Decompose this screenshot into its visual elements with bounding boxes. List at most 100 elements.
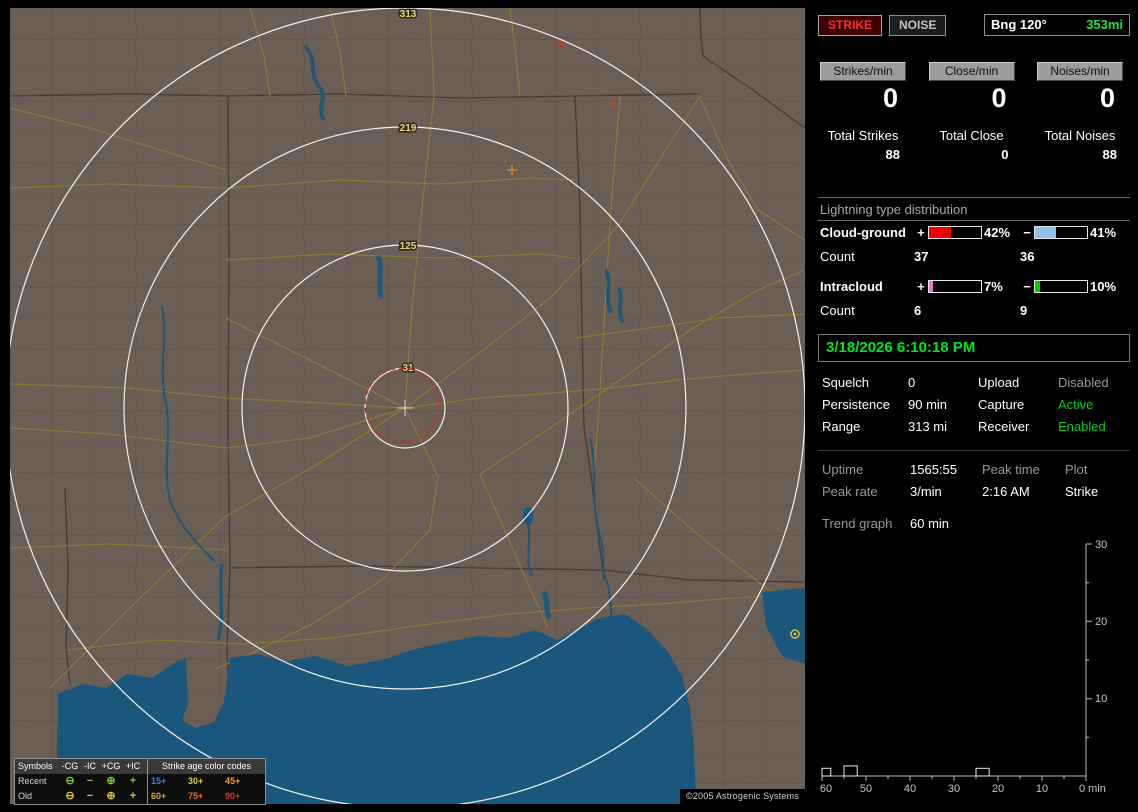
plot-value: Strike bbox=[1065, 484, 1099, 499]
status-panel: STRIKE NOISE Bng 120° 353mi Strikes/min … bbox=[815, 0, 1138, 812]
age-60: 60+ bbox=[151, 791, 167, 801]
bearing-label: Bng 120° bbox=[991, 17, 1047, 32]
age-15: 15+ bbox=[151, 776, 167, 786]
ring-label-125: 125 bbox=[400, 241, 417, 252]
settings-grid: Squelch 0 Upload Disabled Persistence 90… bbox=[822, 375, 1132, 434]
legend-age-header: Strike age color codes bbox=[161, 761, 252, 771]
ic-positive-pct: 7% bbox=[984, 279, 1003, 294]
y-tick-20: 20 bbox=[1095, 616, 1107, 628]
peak-rate-label: Peak rate bbox=[822, 484, 878, 499]
total-strikes-label: Total Strikes bbox=[827, 128, 899, 143]
legend-old-label: Old bbox=[18, 791, 33, 801]
total-close-value: 0 bbox=[1001, 147, 1009, 162]
recent-nic-icon: − bbox=[86, 775, 94, 787]
old-pic-icon: + bbox=[129, 790, 137, 802]
cg-positive-count: 37 bbox=[914, 249, 929, 264]
legend-col-pic: +IC bbox=[125, 761, 141, 771]
cg-negative-pct: 41% bbox=[1090, 225, 1117, 240]
x-tick-20: 20 bbox=[992, 783, 1004, 795]
ic-positive-bar bbox=[928, 280, 982, 293]
divider bbox=[818, 197, 1130, 198]
strikes-per-min-button[interactable]: Strikes/min bbox=[820, 62, 906, 81]
total-noises-label: Total Noises bbox=[1044, 128, 1116, 143]
noise-mode-button[interactable]: NOISE bbox=[889, 14, 947, 36]
range-value: 313 mi bbox=[908, 419, 948, 434]
strike-mode-button[interactable]: STRIKE bbox=[818, 14, 883, 36]
x-tick-60: 60 bbox=[820, 783, 832, 795]
cloud-ground-label: Cloud-ground bbox=[820, 225, 906, 240]
capture-label: Capture bbox=[978, 397, 1025, 412]
bearing-readout: Bng 120° 353mi bbox=[984, 14, 1130, 36]
total-strikes-value: 88 bbox=[885, 147, 900, 162]
x-tick-10: 10 bbox=[1036, 783, 1048, 795]
intracloud-row: Intracloud + 7% − 10% bbox=[820, 279, 1133, 294]
legend-col-nic: -IC bbox=[84, 761, 96, 771]
trend-bars bbox=[821, 765, 990, 777]
peak-time-label: Peak time bbox=[982, 462, 1040, 477]
copyright-text: ©2005 Astrogenic Systems bbox=[680, 789, 805, 804]
close-per-min-column: Close/min 0 Total Close 0 bbox=[928, 62, 1015, 162]
legend-col-pcg: +CG bbox=[101, 761, 121, 771]
ic-negative-pct: 10% bbox=[1090, 279, 1117, 294]
bearing-distance: 353mi bbox=[1086, 17, 1123, 32]
cloud-ground-row: Cloud-ground + 42% − 41% bbox=[820, 225, 1133, 240]
ring-label-313: 313 bbox=[400, 9, 417, 20]
trend-graph-row: Trend graph 60 min bbox=[822, 516, 949, 531]
map-canvas: 313 219 125 31 bbox=[10, 8, 805, 804]
ic-negative-count: 9 bbox=[1020, 303, 1028, 318]
stats-grid: Uptime 1565:55 Peak time Plot Peak rate … bbox=[822, 462, 1132, 499]
cloud-ground-count-row: Count 37 36 bbox=[820, 249, 1133, 264]
squelch-label: Squelch bbox=[822, 375, 869, 390]
rates-row: Strikes/min 0 Total Strikes 88 Close/min… bbox=[820, 62, 1123, 162]
close-per-min-value: 0 bbox=[991, 83, 1007, 113]
trend-chart: 30 20 10 60 50 40 30 20 10 0 min bbox=[820, 539, 1107, 795]
strikes-per-min-value: 0 bbox=[882, 83, 898, 113]
cg-positive-bar bbox=[928, 226, 982, 239]
peak-time-value: 2:16 AM bbox=[982, 484, 1030, 499]
x-tick-50: 50 bbox=[860, 783, 872, 795]
divider bbox=[818, 220, 1130, 221]
x-tick-30: 30 bbox=[948, 783, 960, 795]
count-label: Count bbox=[820, 303, 855, 318]
y-tick-30: 30 bbox=[1095, 539, 1107, 551]
old-pcg-icon: ⊕ bbox=[106, 790, 116, 802]
distribution-title: Lightning type distribution bbox=[820, 202, 968, 217]
recent-pic-icon: + bbox=[129, 775, 137, 787]
map-legend: Symbols -CG -IC +CG +IC Recent ⊖ − ⊕ + O… bbox=[14, 758, 266, 805]
ic-positive-count: 6 bbox=[914, 303, 922, 318]
capture-status: Active bbox=[1058, 397, 1094, 412]
trend-graph-window: 60 min bbox=[910, 516, 950, 531]
total-noises-value: 88 bbox=[1102, 147, 1117, 162]
plot-label: Plot bbox=[1065, 462, 1088, 477]
uptime-label: Uptime bbox=[822, 462, 864, 477]
legend-symbols-header: Symbols bbox=[18, 761, 53, 771]
ring-label-219: 219 bbox=[400, 123, 417, 134]
strikes-per-min-column: Strikes/min 0 Total Strikes 88 bbox=[820, 62, 906, 162]
legend-recent-label: Recent bbox=[18, 776, 47, 786]
squelch-value: 0 bbox=[908, 375, 916, 390]
intracloud-label: Intracloud bbox=[820, 279, 883, 294]
recent-pcg-icon: ⊕ bbox=[106, 775, 116, 787]
cg-negative-bar bbox=[1034, 226, 1088, 239]
divider bbox=[818, 450, 1130, 451]
lightning-map[interactable]: 313 219 125 31 Symbols -CG -IC +CG +IC R… bbox=[10, 8, 805, 805]
old-ncg-icon: ⊖ bbox=[65, 790, 75, 802]
persistence-label: Persistence bbox=[822, 397, 890, 412]
recent-ncg-icon: ⊖ bbox=[65, 775, 75, 787]
uptime-value: 1565:55 bbox=[910, 462, 957, 477]
plus-sign: + bbox=[917, 225, 925, 240]
cg-negative-count: 36 bbox=[1020, 249, 1035, 264]
minus-sign: − bbox=[1023, 279, 1031, 294]
legend-col-ncg: -CG bbox=[61, 761, 79, 771]
close-per-min-button[interactable]: Close/min bbox=[928, 62, 1015, 81]
peak-rate-value: 3/min bbox=[910, 484, 942, 499]
mode-row: STRIKE NOISE Bng 120° 353mi bbox=[818, 14, 1130, 36]
upload-label: Upload bbox=[978, 375, 1020, 390]
ic-negative-bar bbox=[1034, 280, 1088, 293]
cg-positive-pct: 42% bbox=[984, 225, 1011, 240]
noises-per-min-button[interactable]: Noises/min bbox=[1037, 62, 1123, 81]
y-tick-10: 10 bbox=[1095, 693, 1107, 705]
persistence-value: 90 min bbox=[908, 397, 948, 412]
noises-per-min-value: 0 bbox=[1099, 83, 1115, 113]
range-label: Range bbox=[822, 419, 861, 434]
